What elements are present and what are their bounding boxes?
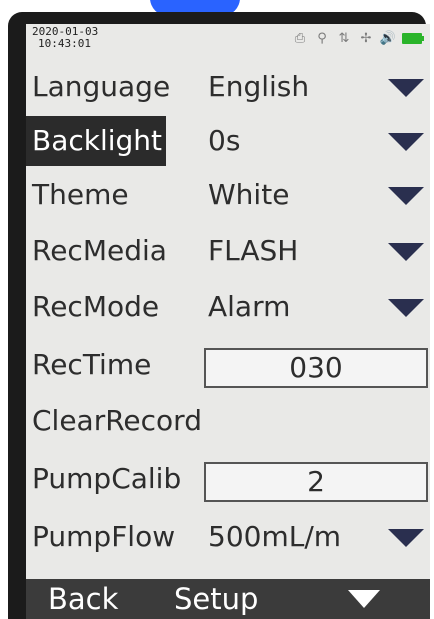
fan-icon: ✢: [360, 30, 372, 46]
setting-value: FLASH: [208, 234, 299, 267]
volume-icon: 🔊: [379, 30, 397, 46]
pumpcalib-field[interactable]: 2: [204, 462, 428, 502]
softkey-bar: Back Setup: [26, 579, 430, 619]
setting-row-recmedia[interactable]: RecMedia FLASH: [26, 226, 430, 276]
dropdown-caret-icon[interactable]: [388, 133, 424, 151]
setting-row-pumpcalib[interactable]: PumpCalib 2: [26, 454, 430, 504]
person-icon: ⚲: [317, 30, 327, 46]
dropdown-caret-icon[interactable]: [388, 79, 424, 97]
dropdown-caret-icon[interactable]: [388, 299, 424, 317]
setting-label: PumpFlow: [32, 520, 176, 553]
setup-softkey[interactable]: Setup: [174, 581, 258, 617]
setting-row-theme[interactable]: Theme White: [26, 170, 430, 220]
setting-row-clearrecord[interactable]: ClearRecord: [26, 396, 430, 446]
dropdown-caret-icon[interactable]: [388, 187, 424, 205]
battery-icon: [402, 32, 424, 44]
setting-value: English: [208, 70, 310, 103]
rectime-field[interactable]: 030: [204, 348, 428, 388]
back-softkey[interactable]: Back: [48, 581, 118, 617]
device-screen: 2020-01-03 10:43:01 ⎙ ⚲ ⇅ ✢ 🔊 Language E…: [26, 24, 430, 619]
down-arrow-icon[interactable]: [348, 590, 380, 608]
setting-value: 500mL/m: [208, 520, 342, 553]
setting-row-pumpflow[interactable]: PumpFlow 500mL/m: [26, 512, 430, 562]
setting-label: ClearRecord: [32, 404, 202, 437]
datetime: 2020-01-03 10:43:01: [32, 26, 98, 50]
signal-icon: ⇅: [338, 30, 350, 46]
setting-row-backlight[interactable]: Backlight 0s: [26, 116, 430, 166]
setting-label: RecMedia: [32, 234, 167, 267]
status-icons: ⎙ ⚲ ⇅ ✢ 🔊: [292, 30, 424, 46]
setting-row-recmode[interactable]: RecMode Alarm: [26, 282, 430, 332]
setting-value: Alarm: [208, 290, 291, 323]
printer-icon: ⎙: [294, 30, 306, 46]
setting-label: Language: [32, 70, 171, 103]
setting-label: RecTime: [32, 348, 152, 381]
dropdown-caret-icon[interactable]: [388, 243, 424, 261]
setting-label: Backlight: [26, 116, 167, 166]
setting-value: White: [208, 178, 290, 211]
setting-label: PumpCalib: [32, 462, 182, 495]
status-bar: 2020-01-03 10:43:01 ⎙ ⚲ ⇅ ✢ 🔊: [26, 24, 430, 60]
setting-label: RecMode: [32, 290, 160, 323]
setting-value: 0s: [208, 124, 241, 157]
setting-row-language[interactable]: Language English: [26, 62, 430, 112]
dropdown-caret-icon[interactable]: [388, 529, 424, 547]
setting-row-rectime[interactable]: RecTime 030: [26, 340, 430, 390]
time-text: 10:43:01: [38, 37, 91, 50]
setting-label: Theme: [32, 178, 129, 211]
